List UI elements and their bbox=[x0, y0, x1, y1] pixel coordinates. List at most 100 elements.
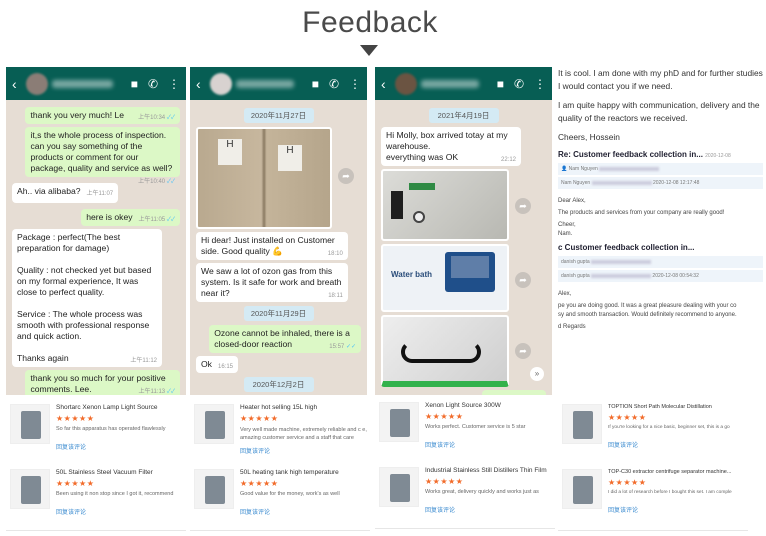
email-meta: danish gupta bbox=[558, 256, 763, 268]
review-card: Heater hot selling 15L high ★★★★★ Very wel… bbox=[190, 398, 370, 466]
product-thumbnail[interactable] bbox=[562, 404, 602, 444]
product-thumbnail[interactable] bbox=[562, 469, 602, 509]
message-out: thank you very much! Le 上午10:34 ✓✓ bbox=[25, 107, 180, 124]
review-text: Good value for the money, work's as well bbox=[240, 491, 340, 497]
product-thumbnail[interactable] bbox=[379, 467, 419, 507]
date-chip: 2020年11月29日 bbox=[243, 306, 314, 321]
forward-icon[interactable]: ➦ bbox=[515, 342, 531, 359]
avatar bbox=[26, 72, 48, 95]
chat-screenshot-1: ‹ ■ ✆ ⋮ thank you very much! Le 上午10:34 ✓… bbox=[6, 67, 186, 395]
email-subject[interactable]: c Customer feedback collection in... bbox=[558, 243, 763, 252]
reply-link[interactable]: 回复该评论 bbox=[240, 446, 370, 455]
star-rating: ★★★★★ bbox=[608, 413, 647, 422]
product-title[interactable]: Industrial Stainless Still Distillers Th… bbox=[425, 467, 555, 474]
photo-packed-crates[interactable]: H H ➦ bbox=[196, 127, 354, 229]
contact-name-blurred bbox=[52, 79, 113, 88]
product-thumbnail[interactable] bbox=[194, 404, 234, 444]
email-greeting: Dear Alex, bbox=[558, 198, 586, 204]
reply-link[interactable]: 回复该评论 bbox=[425, 440, 555, 449]
photo-device-panel[interactable]: ➦ bbox=[381, 169, 531, 241]
email-meta: 👤 Nam Nguyen bbox=[558, 163, 763, 175]
reply-link[interactable]: 回复该评论 bbox=[608, 505, 748, 514]
avatar bbox=[395, 72, 417, 95]
product-title[interactable]: Heater hot selling 15L high bbox=[240, 404, 370, 411]
message-in: Package : perfect(The best preparation f… bbox=[12, 229, 162, 367]
chat-header: ‹ ■ ✆ ⋮ bbox=[6, 67, 186, 100]
review-text: Works great, delivery quickly and works … bbox=[425, 489, 539, 495]
star-rating: ★★★★★ bbox=[425, 412, 464, 421]
review-text: Been using it non stop since I got it, r… bbox=[56, 491, 174, 497]
connector-icon bbox=[413, 211, 425, 223]
video-call-icon[interactable]: ■ bbox=[312, 77, 319, 91]
product-title[interactable]: Shortarc Xenon Lamp Light Source bbox=[56, 404, 186, 411]
product-thumbnail[interactable] bbox=[194, 469, 234, 509]
email-body: sy and smooth transaction. Would definit… bbox=[558, 312, 737, 318]
email-paragraph: It is cool. I am done with my phD and fo… bbox=[558, 68, 763, 91]
product-thumbnail[interactable] bbox=[379, 402, 419, 442]
video-call-icon[interactable]: ■ bbox=[131, 77, 138, 91]
back-arrow-icon[interactable]: ‹ bbox=[12, 76, 22, 92]
star-rating: ★★★★★ bbox=[56, 479, 95, 488]
reply-link[interactable]: 回复该评论 bbox=[608, 440, 748, 449]
star-rating: ★★★★★ bbox=[608, 478, 647, 487]
water-bath-label: Water bath bbox=[391, 270, 433, 279]
switch-icon bbox=[391, 191, 403, 219]
review-card: Shortarc Xenon Lamp Light Source ★★★★★ So … bbox=[6, 398, 186, 466]
star-rating: ★★★★★ bbox=[56, 414, 95, 423]
cable-icon bbox=[401, 341, 481, 363]
date-chip: 2021年4月19日 bbox=[428, 108, 499, 123]
phone-icon[interactable]: ✆ bbox=[329, 77, 339, 91]
review-card: TOPTION Short Path Molecular Distillatio… bbox=[558, 398, 748, 466]
product-title[interactable]: TOP-C30 extractor centrifuge separator m… bbox=[608, 469, 748, 475]
review-card: Xenon Light Source 300W ★★★★★ Works perfec… bbox=[375, 396, 555, 464]
product-thumbnail[interactable] bbox=[10, 404, 50, 444]
message-out: Great22:20 ✓✓ bbox=[481, 390, 546, 395]
message-in: Hi dear! Just installed on Customer side… bbox=[196, 232, 348, 260]
reply-link[interactable]: 回复该评论 bbox=[56, 507, 186, 516]
forward-icon[interactable]: ➦ bbox=[515, 271, 531, 288]
message-out: Ozone cannot be inhaled, there is a clos… bbox=[209, 325, 361, 353]
product-title[interactable]: 50L heating tank high temperature bbox=[240, 469, 370, 476]
product-title[interactable]: 50L Stainless Steel Vacuum Filter bbox=[56, 469, 186, 476]
more-menu-icon[interactable]: ⋮ bbox=[534, 77, 546, 91]
photo-water-bath[interactable]: Water bath ➦ bbox=[381, 244, 531, 312]
reply-link[interactable]: 回复该评论 bbox=[425, 505, 555, 514]
message-in: Ok 16:15 bbox=[196, 356, 238, 373]
forward-icon[interactable]: ➦ bbox=[338, 168, 354, 185]
back-arrow-icon[interactable]: ‹ bbox=[381, 76, 391, 92]
review-card: Industrial Stainless Still Distillers Th… bbox=[375, 461, 555, 529]
product-thumbnail[interactable] bbox=[10, 469, 50, 509]
product-title[interactable]: Xenon Light Source 300W bbox=[425, 402, 555, 409]
email-subject[interactable]: Re: Customer feedback collection in... 2… bbox=[558, 150, 763, 159]
photo-power-cable[interactable]: ➦ bbox=[381, 315, 531, 387]
reply-link[interactable]: 回复该评论 bbox=[240, 507, 370, 516]
date-chip: 2020年11月27日 bbox=[243, 108, 314, 123]
email-name: Nam. bbox=[558, 231, 573, 237]
chat-header: ‹ ■ ✆ ⋮ bbox=[190, 67, 367, 100]
back-arrow-icon[interactable]: ‹ bbox=[196, 76, 206, 92]
video-call-icon[interactable]: ■ bbox=[497, 77, 504, 91]
message-out: it,s the whole process of inspection. ca… bbox=[25, 127, 180, 185]
scroll-down-icon[interactable]: » bbox=[530, 367, 544, 381]
review-text: Very well made machine, extremely reliab… bbox=[240, 427, 367, 441]
review-card: 50L Stainless Steel Vacuum Filter ★★★★★ Be… bbox=[6, 463, 186, 531]
reply-link[interactable]: 回复该评论 bbox=[56, 442, 186, 451]
product-title[interactable]: TOPTION Short Path Molecular Distillatio… bbox=[608, 404, 748, 410]
phone-icon[interactable]: ✆ bbox=[514, 77, 524, 91]
chat-screenshot-3: ‹ ■ ✆ ⋮ 2021年4月19日 Hi Molly, box arrived… bbox=[375, 67, 552, 395]
review-text: If you're looking for a nice basic, begi… bbox=[608, 425, 730, 430]
star-rating: ★★★★★ bbox=[425, 477, 464, 486]
more-menu-icon[interactable]: ⋮ bbox=[168, 77, 180, 91]
email-meta: danish gupta 2020-12-08 00:54:32 bbox=[558, 270, 763, 282]
review-card: 50L heating tank high temperature ★★★★★ Go… bbox=[190, 463, 370, 531]
contact-name-blurred bbox=[236, 79, 294, 88]
phone-icon[interactable]: ✆ bbox=[148, 77, 158, 91]
forward-icon[interactable]: ➦ bbox=[515, 198, 531, 215]
email-closing: d Regards bbox=[558, 324, 586, 330]
email-body: pe you are doing good. It was a great pl… bbox=[558, 303, 737, 309]
email-greeting: Alex, bbox=[558, 291, 572, 297]
page-title: Feedback bbox=[302, 6, 438, 39]
star-rating: ★★★★★ bbox=[240, 479, 279, 488]
more-menu-icon[interactable]: ⋮ bbox=[349, 77, 361, 91]
email-signature: Cheers, Hossein bbox=[558, 132, 620, 142]
